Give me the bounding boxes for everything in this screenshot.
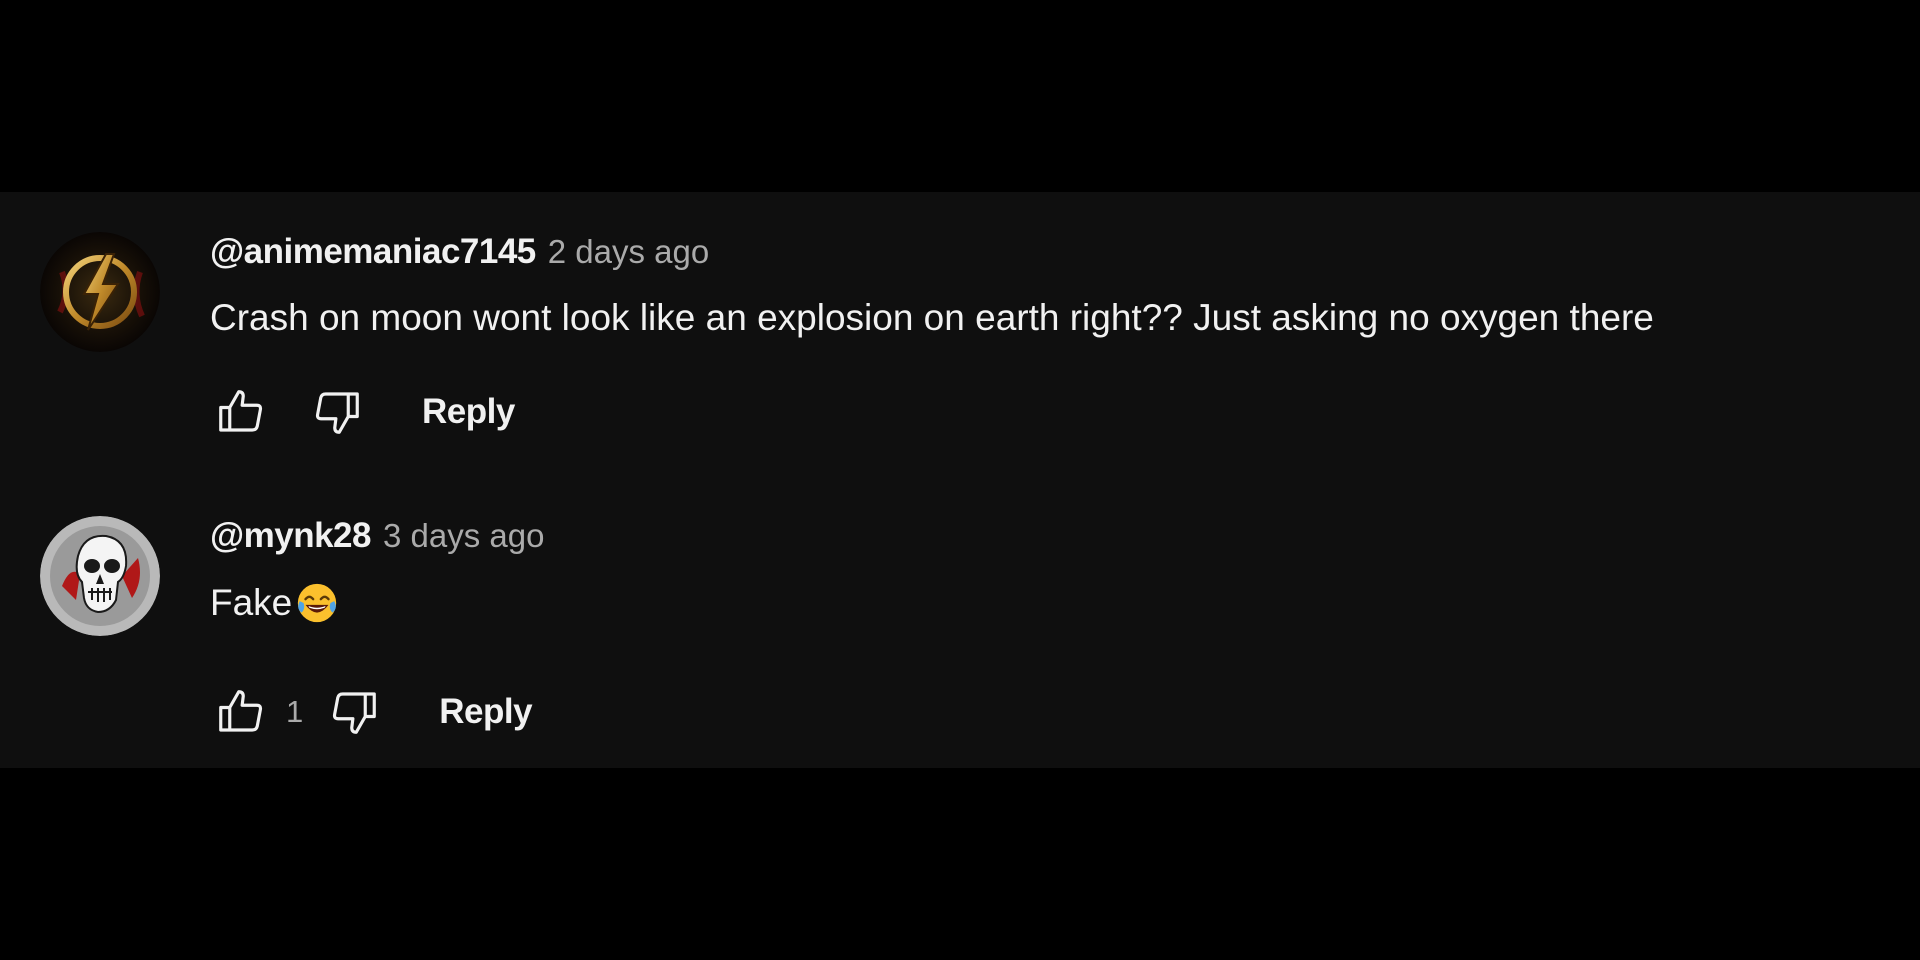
skull-avatar-icon bbox=[40, 516, 160, 636]
comment-text-content: Fake bbox=[210, 582, 293, 623]
comment-body: @animemaniac7145 2 days ago Crash on moo… bbox=[210, 232, 1890, 434]
avatar[interactable] bbox=[40, 232, 160, 352]
lightning-emblem-avatar-icon bbox=[40, 232, 160, 352]
comment-actions: 1 Reply bbox=[210, 682, 533, 742]
comment-header: @animemaniac7145 2 days ago bbox=[210, 232, 1890, 276]
dislike-button[interactable] bbox=[323, 682, 385, 742]
thumbs-up-icon bbox=[219, 690, 263, 732]
comment-author[interactable]: @mynk28 bbox=[210, 516, 372, 556]
comment-text: Fake bbox=[210, 580, 1890, 626]
comments-section: @animemaniac7145 2 days ago Crash on moo… bbox=[0, 192, 1920, 768]
comment-author[interactable]: @animemaniac7145 bbox=[210, 232, 536, 272]
avatar[interactable] bbox=[40, 516, 160, 636]
dislike-button[interactable] bbox=[306, 382, 368, 442]
comment-actions: Reply bbox=[210, 382, 515, 442]
comment-header: @mynk28 3 days ago bbox=[210, 516, 1890, 560]
like-button[interactable] bbox=[210, 382, 272, 442]
reply-button[interactable]: Reply bbox=[439, 692, 532, 732]
comment-timestamp[interactable]: 2 days ago bbox=[548, 233, 709, 271]
comment-body: @mynk28 3 days ago Fake 1 Reply bbox=[210, 516, 1890, 734]
thumbs-down-icon bbox=[333, 692, 377, 734]
thumbs-up-icon bbox=[219, 390, 263, 432]
laughing-crying-emoji-icon bbox=[298, 583, 337, 623]
like-button[interactable] bbox=[210, 682, 272, 742]
like-count: 1 bbox=[286, 694, 304, 729]
comment-text: Crash on moon wont look like an explosio… bbox=[210, 296, 1890, 340]
thumbs-down-icon bbox=[315, 392, 359, 434]
comment-timestamp[interactable]: 3 days ago bbox=[383, 517, 544, 555]
comment-text-content: Crash on moon wont look like an explosio… bbox=[210, 297, 1654, 338]
reply-button[interactable]: Reply bbox=[422, 392, 515, 432]
